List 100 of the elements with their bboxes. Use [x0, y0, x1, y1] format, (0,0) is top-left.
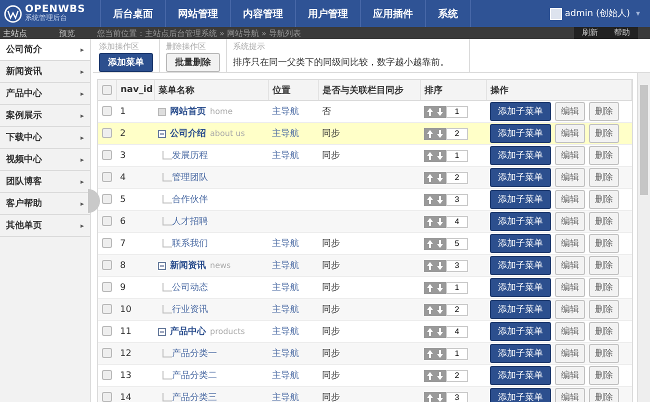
row-action-button[interactable]: 删除 [589, 212, 619, 231]
row-checkbox[interactable] [102, 128, 112, 138]
order-field[interactable]: 2 [446, 128, 468, 140]
up-down-arrows-icon[interactable] [424, 392, 446, 402]
order-field[interactable]: 4 [446, 326, 468, 338]
preview-link[interactable]: 预览 [59, 28, 93, 38]
row-checkbox[interactable] [102, 150, 112, 160]
sidebar-handle[interactable] [88, 189, 100, 213]
row-checkbox[interactable] [102, 106, 112, 116]
up-down-arrows-icon[interactable] [424, 260, 446, 272]
row-checkbox[interactable] [102, 216, 112, 226]
position-link[interactable]: 主导航 [272, 151, 299, 161]
up-down-arrows-icon[interactable] [424, 172, 446, 184]
up-down-arrows-icon[interactable] [424, 216, 446, 228]
up-down-arrows-icon[interactable] [424, 326, 446, 338]
row-action-button[interactable]: 添加子菜单 [490, 322, 551, 341]
row-checkbox[interactable] [102, 304, 112, 314]
row-checkbox[interactable] [102, 370, 112, 380]
up-down-arrows-icon[interactable] [424, 106, 446, 118]
row-action-button[interactable]: 编辑 [555, 388, 585, 402]
position-link[interactable]: 主导航 [272, 239, 299, 249]
action-button[interactable]: 批量删除 [166, 53, 220, 72]
caret-icon[interactable]: ▾ [636, 9, 640, 18]
up-down-arrows-icon[interactable] [424, 128, 446, 140]
up-down-arrows-icon[interactable] [424, 282, 446, 294]
row-checkbox[interactable] [102, 282, 112, 292]
order-field[interactable]: 5 [446, 238, 468, 250]
up-down-arrows-icon[interactable] [424, 348, 446, 360]
toolbar-link[interactable]: 帮助 [606, 27, 638, 39]
row-action-button[interactable]: 编辑 [555, 256, 585, 275]
row-action-button[interactable]: 删除 [589, 278, 619, 297]
row-action-button[interactable]: 编辑 [555, 234, 585, 253]
position-link[interactable]: 主导航 [272, 327, 299, 337]
up-down-arrows-icon[interactable] [424, 238, 446, 250]
row-action-button[interactable]: 删除 [589, 322, 619, 341]
scrollbar[interactable] [637, 73, 650, 402]
row-action-button[interactable]: 编辑 [555, 278, 585, 297]
position-link[interactable]: 主导航 [272, 283, 299, 293]
order-field[interactable]: 2 [446, 304, 468, 316]
row-action-button[interactable]: 编辑 [555, 322, 585, 341]
row-action-button[interactable]: 添加子菜单 [490, 146, 551, 165]
row-action-button[interactable]: 编辑 [555, 102, 585, 121]
order-field[interactable]: 2 [446, 172, 468, 184]
action-button[interactable]: 添加菜单 [99, 53, 153, 72]
row-action-button[interactable]: 添加子菜单 [490, 300, 551, 319]
row-checkbox[interactable] [102, 194, 112, 204]
order-field[interactable]: 4 [446, 216, 468, 228]
collapse-icon[interactable] [158, 328, 166, 336]
row-action-button[interactable]: 添加子菜单 [490, 102, 551, 121]
row-checkbox[interactable] [102, 348, 112, 358]
order-field[interactable]: 3 [446, 392, 468, 402]
collapse-icon[interactable] [158, 262, 166, 270]
position-link[interactable]: 主导航 [272, 107, 299, 117]
row-action-button[interactable]: 编辑 [555, 168, 585, 187]
order-field[interactable]: 3 [446, 260, 468, 272]
row-action-button[interactable]: 编辑 [555, 300, 585, 319]
row-checkbox[interactable] [102, 238, 112, 248]
row-action-button[interactable]: 添加子菜单 [490, 168, 551, 187]
toolbar-link[interactable]: 刷新 [574, 27, 606, 39]
row-action-button[interactable]: 添加子菜单 [490, 344, 551, 363]
row-action-button[interactable]: 添加子菜单 [490, 124, 551, 143]
row-action-button[interactable]: 删除 [589, 300, 619, 319]
row-action-button[interactable]: 编辑 [555, 146, 585, 165]
up-down-arrows-icon[interactable] [424, 370, 446, 382]
row-action-button[interactable]: 添加子菜单 [490, 190, 551, 209]
row-checkbox[interactable] [102, 392, 112, 402]
row-action-button[interactable]: 添加子菜单 [490, 212, 551, 231]
collapse-icon[interactable] [158, 130, 166, 138]
row-action-button[interactable]: 删除 [589, 168, 619, 187]
row-action-button[interactable]: 添加子菜单 [490, 256, 551, 275]
row-action-button[interactable]: 删除 [589, 234, 619, 253]
row-action-button[interactable]: 删除 [589, 256, 619, 275]
row-action-button[interactable]: 删除 [589, 344, 619, 363]
row-checkbox[interactable] [102, 326, 112, 336]
row-action-button[interactable]: 添加子菜单 [490, 388, 551, 402]
user-name[interactable]: admin (创始人) [564, 7, 630, 20]
row-action-button[interactable]: 删除 [589, 388, 619, 402]
row-action-button[interactable]: 删除 [589, 366, 619, 385]
row-action-button[interactable]: 编辑 [555, 124, 585, 143]
row-action-button[interactable]: 删除 [589, 190, 619, 209]
row-action-button[interactable]: 添加子菜单 [490, 234, 551, 253]
row-action-button[interactable]: 删除 [589, 146, 619, 165]
row-action-button[interactable]: 编辑 [555, 344, 585, 363]
row-action-button[interactable]: 编辑 [555, 212, 585, 231]
up-down-arrows-icon[interactable] [424, 304, 446, 316]
row-action-button[interactable]: 删除 [589, 102, 619, 121]
row-action-button[interactable]: 编辑 [555, 190, 585, 209]
row-checkbox[interactable] [102, 172, 112, 182]
order-field[interactable]: 3 [446, 194, 468, 206]
select-all-checkbox[interactable] [102, 84, 112, 95]
up-down-arrows-icon[interactable] [424, 150, 446, 162]
row-action-button[interactable]: 删除 [589, 124, 619, 143]
order-field[interactable]: 1 [446, 282, 468, 294]
row-action-button[interactable]: 添加子菜单 [490, 366, 551, 385]
order-field[interactable]: 2 [446, 370, 468, 382]
order-field[interactable]: 1 [446, 348, 468, 360]
order-field[interactable]: 1 [446, 150, 468, 162]
row-action-button[interactable]: 编辑 [555, 366, 585, 385]
order-field[interactable]: 1 [446, 106, 468, 118]
row-checkbox[interactable] [102, 260, 112, 270]
